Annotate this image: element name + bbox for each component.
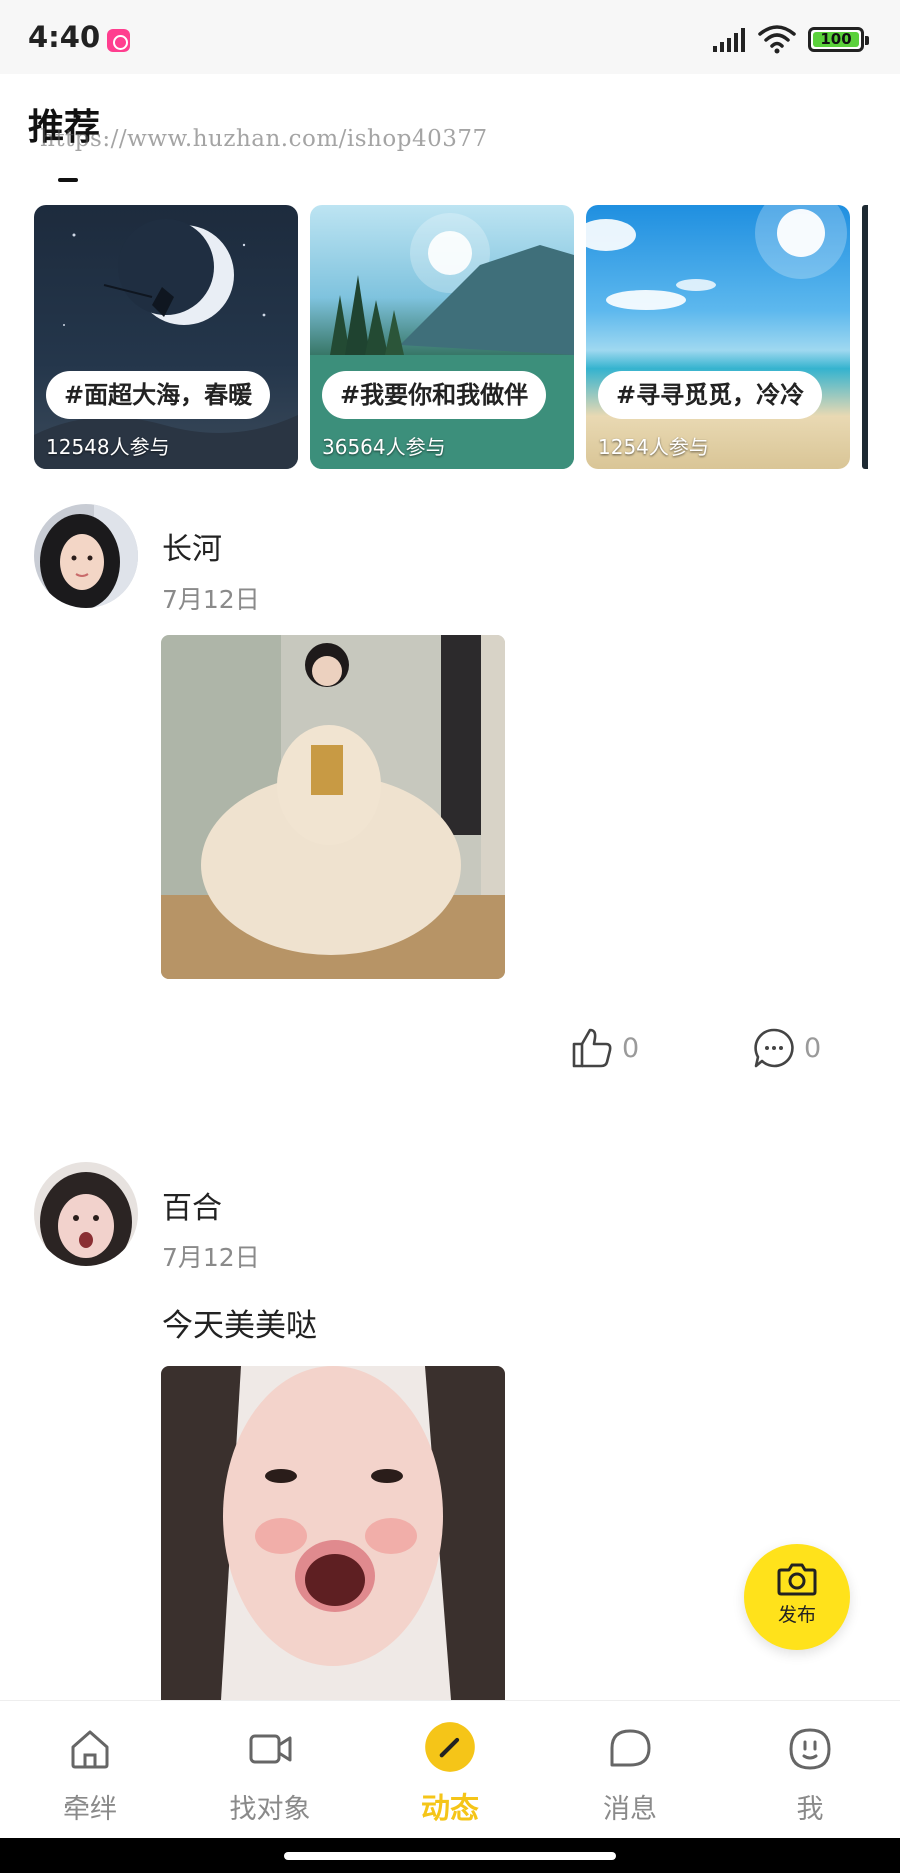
post-author-name[interactable]: 百合 (162, 1183, 222, 1227)
nav-label: 消息 (603, 1794, 657, 1825)
avatar[interactable] (34, 1162, 138, 1266)
nav-label: 找对象 (229, 1794, 311, 1825)
avatar-image (34, 504, 138, 608)
avatar-image (34, 1162, 138, 1266)
battery-indicator: 100 (808, 27, 869, 52)
face-icon (789, 1728, 831, 1770)
cellular-signal-icon (713, 28, 745, 52)
topic-participants: 12548人参与 (46, 435, 170, 459)
topic-image-moon (34, 219, 298, 469)
nav-item-qianban[interactable]: 牵绊 (30, 1701, 150, 1839)
topic-image-lake (310, 213, 574, 469)
post-author-name[interactable]: 长河 (162, 524, 222, 568)
post-image[interactable] (161, 1366, 505, 1700)
nav-label: 动态 (420, 1791, 479, 1825)
topic-card-partial[interactable] (862, 205, 868, 469)
post-photo (161, 635, 505, 979)
post-image[interactable] (161, 635, 505, 979)
wifi-icon (758, 25, 796, 54)
topic-image-beach (586, 205, 847, 310)
chat-bubble-icon (610, 1729, 651, 1767)
home-indicator[interactable] (284, 1852, 616, 1860)
post-photo (161, 1366, 505, 1700)
nav-label: 我 (796, 1794, 824, 1825)
post-date: 7月12日 (162, 1243, 260, 1272)
publish-button[interactable]: 发布 (744, 1544, 850, 1650)
topic-carousel[interactable]: #面超大海，春暖 12548人参与 #我要你和我做伴 36564人参与 #寻寻觅… (34, 205, 900, 469)
nav-item-moments[interactable]: 动态 (390, 1701, 510, 1839)
topic-tag: #我要你和我做伴 (322, 371, 547, 419)
comment-count: 0 (804, 1032, 822, 1064)
avatar[interactable] (34, 504, 138, 608)
publish-label: 发布 (777, 1604, 816, 1626)
comment-button[interactable]: 0 (752, 1026, 821, 1070)
nav-item-find-partner[interactable]: 找对象 (210, 1701, 330, 1839)
nav-label: 牵绊 (63, 1794, 117, 1825)
topic-participants: 36564人参与 (322, 435, 446, 459)
status-bar: 4:40 100 (0, 0, 900, 74)
nav-item-messages[interactable]: 消息 (570, 1701, 690, 1839)
bottom-nav: 牵绊 找对象 动态 消息 我 (0, 1700, 900, 1838)
pencil-icon (425, 1722, 475, 1772)
battery-level: 100 (820, 30, 852, 48)
topic-card[interactable]: #我要你和我做伴 36564人参与 (310, 205, 574, 469)
thumbs-up-icon (572, 1028, 612, 1068)
post-text: 今天美美哒 (162, 1308, 317, 1344)
like-button[interactable]: 0 (570, 1026, 639, 1070)
topic-participants: 1254人参与 (598, 435, 709, 459)
comment-icon (754, 1028, 794, 1068)
topic-card[interactable]: #寻寻觅觅，冷冷 1254人参与 (586, 205, 850, 469)
post-date: 7月12日 (162, 585, 260, 614)
app-notification-icon (107, 29, 130, 52)
camera-icon (777, 1563, 817, 1596)
status-time: 4:40 (28, 20, 101, 54)
home-icon (71, 1730, 109, 1769)
watermark-text: https://www.huzhan.com/ishop40377 (40, 126, 488, 152)
title-underline (58, 178, 78, 182)
like-count: 0 (622, 1032, 640, 1064)
topic-tag: #面超大海，春暖 (46, 371, 271, 419)
topic-card[interactable]: #面超大海，春暖 12548人参与 (34, 205, 298, 469)
topic-tag: #寻寻觅觅，冷冷 (598, 371, 823, 419)
video-camera-icon (249, 1734, 292, 1764)
nav-item-me[interactable]: 我 (750, 1701, 870, 1839)
